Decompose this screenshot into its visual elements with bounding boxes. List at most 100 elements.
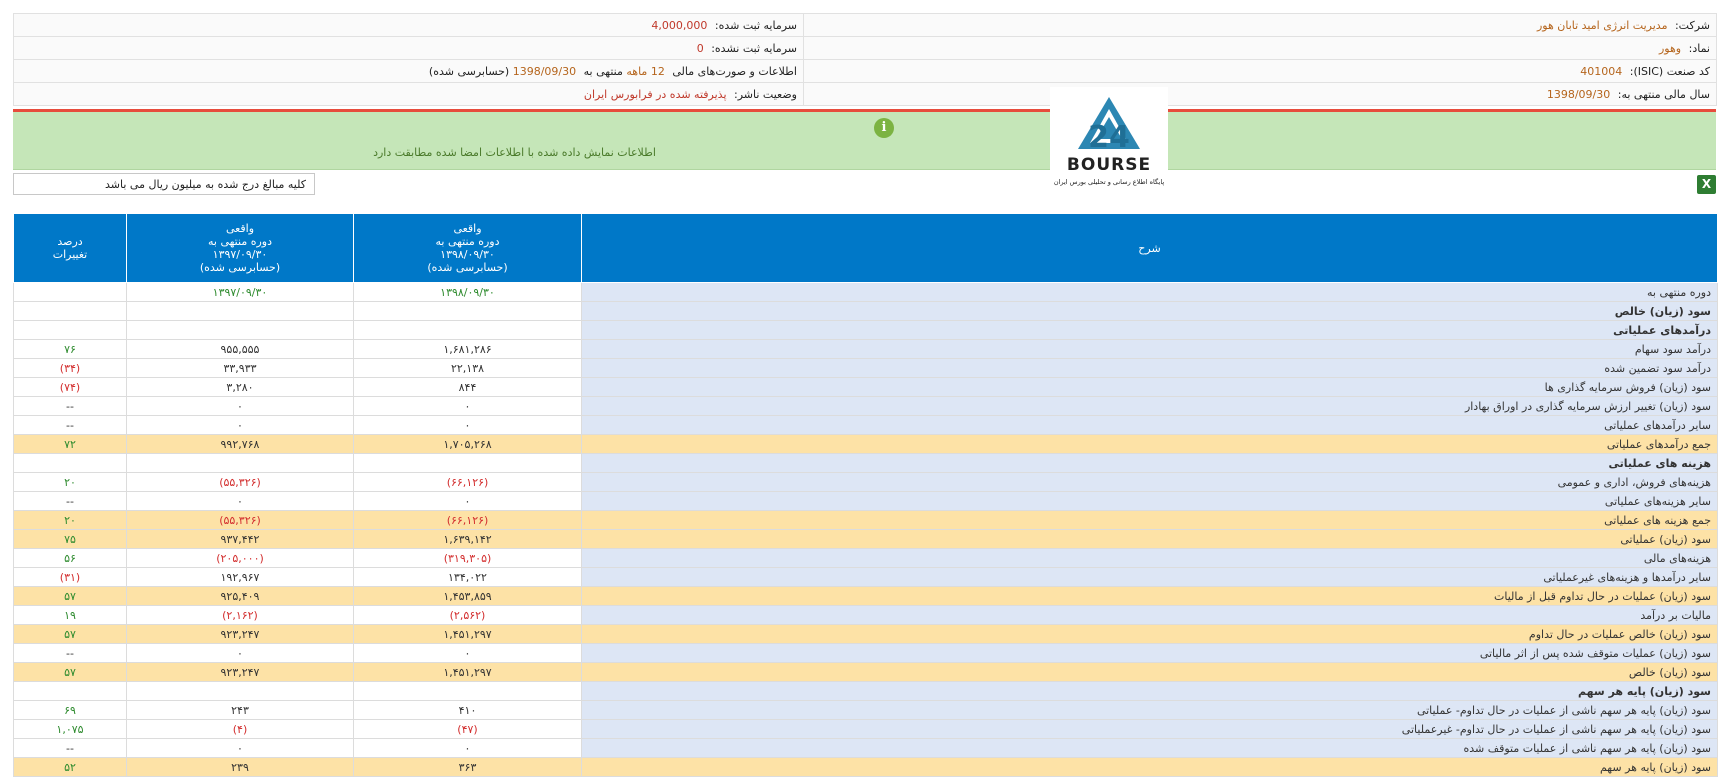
cell-description: سایر هزینه‌های عملیاتی [581, 491, 1718, 511]
table-row: -- ۰ ۰ سود (زیان) پایه هر سهم ناشی از عملیا… [13, 738, 1718, 758]
registered-capital-cell: سرمایه ثبت شده: 4,000,000 [13, 13, 804, 37]
cell-prior-value: ۳,۲۸۰ [126, 377, 354, 397]
cell-description: سود (زیان) پایه هر سهم ناشی از عملیات مت… [581, 738, 1718, 758]
cell-prior-value: ۰ [126, 491, 354, 511]
table-row: سود (زیان) خالص [13, 301, 1718, 321]
cell-change-percent [13, 453, 127, 473]
cell-change-percent: -- [13, 738, 127, 758]
isic-label: کد صنعت (ISIC): [1629, 64, 1710, 78]
cell-change-percent: -- [13, 396, 127, 416]
logo-number: 24 [1088, 120, 1130, 155]
header-change-percent[interactable]: درصد تغییرات [13, 213, 127, 283]
table-row: (۷۴) ۳,۲۸۰ ۸۴۴ سود (زیان) فروش سرمایه گذاری… [13, 377, 1718, 397]
cell-current-value: ۱,۴۵۳,۸۵۹ [353, 586, 582, 606]
cell-prior-value: ۲۴۳ [126, 700, 354, 720]
cell-prior-value: ۱۳۹۷/۰۹/۳۰ [126, 282, 354, 302]
info-row: سرمایه ثبت شده: 4,000,000 شرکت: مدیریت ا… [13, 13, 1717, 37]
cell-change-percent: ۵۶ [13, 548, 127, 568]
table-row: ۵۲ ۲۳۹ ۳۶۳ سود (زیان) پایه هر سهم [13, 757, 1718, 777]
cell-change-percent: -- [13, 643, 127, 663]
fiscal-year-cell: سال مالی منتهی به: 1398/09/30 [803, 82, 1717, 106]
info-row: وضعیت ناشر: پذیرفته شده در فرابورس ایران… [13, 82, 1717, 106]
info-row: سرمایه ثبت نشده: 0 نماد: وهور [13, 36, 1717, 60]
table-row: ۵۷ ۹۲۳,۲۴۷ ۱,۴۵۱,۲۹۷ سود (زیان) خالص عملیات… [13, 624, 1718, 644]
cell-current-value: (۴۷) [353, 719, 582, 739]
info-icon: i [874, 118, 894, 138]
cell-current-value: ۲۲,۱۳۸ [353, 358, 582, 378]
table-row: ۷۶ ۹۵۵,۵۵۵ ۱,۶۸۱,۲۸۶ درآمد سود سهام [13, 339, 1718, 359]
header-current-period[interactable]: واقعی دوره منتهی به ۱۳۹۸/۰۹/۳۰ (حسابرسی … [353, 213, 582, 283]
cell-prior-value: (۲۰۵,۰۰۰) [126, 548, 354, 568]
symbol-label: نماد: [1688, 41, 1710, 55]
table-row: -- ۰ ۰ سایر هزینه‌های عملیاتی [13, 491, 1718, 511]
symbol-link[interactable]: وهور [1659, 42, 1681, 55]
cell-description: سود (زیان) عملیات متوقف شده پس از اثر ما… [581, 643, 1718, 663]
header-description[interactable]: شرح [581, 213, 1718, 283]
cell-description: سود (زیان) عملیاتی [581, 529, 1718, 549]
cell-change-percent: ۲۰ [13, 472, 127, 492]
bourse24-logo-mark: 24 BOURSE پایگاه اطلاع رسانی و تحلیلی بو… [1054, 97, 1165, 186]
publisher-status-cell: وضعیت ناشر: پذیرفته شده در فرابورس ایران [13, 82, 804, 106]
cell-prior-value [126, 453, 354, 473]
cell-change-percent: ۷۵ [13, 529, 127, 549]
cell-prior-value: ۹۲۵,۴۰۹ [126, 586, 354, 606]
table-row: -- ۰ ۰ سایر درآمدهای عملیاتی [13, 415, 1718, 435]
cell-prior-value: ۰ [126, 415, 354, 435]
report-date: 1398/09/30 [512, 64, 577, 78]
cell-current-value: ۴۱۰ [353, 700, 582, 720]
company-name: مدیریت انرژی امید تابان هور [1536, 18, 1668, 32]
symbol-cell: نماد: وهور [803, 36, 1717, 60]
company-info-table: سرمایه ثبت شده: 4,000,000 شرکت: مدیریت ا… [13, 13, 1717, 106]
publisher-status: پذیرفته شده در فرابورس ایران [583, 87, 727, 101]
isic-value: 401004 [1580, 64, 1623, 78]
cell-current-value: ۱,۶۳۹,۱۴۲ [353, 529, 582, 549]
cell-description: سود (زیان) خالص [581, 662, 1718, 682]
cell-prior-value: ۰ [126, 738, 354, 758]
cell-current-value: ۰ [353, 491, 582, 511]
verification-notice: i اطلاعات نمایش داده شده با اطلاعات امضا… [13, 112, 1716, 170]
table-row: ۵۷ ۹۲۳,۲۴۷ ۱,۴۵۱,۲۹۷ سود (زیان) خالص [13, 662, 1718, 682]
cell-change-percent [13, 301, 127, 321]
table-row: ۲۰ (۵۵,۳۲۶) (۶۶,۱۲۶) جمع هزینه های عملیاتی [13, 510, 1718, 530]
cell-current-value: ۱,۷۰۵,۲۶۸ [353, 434, 582, 454]
cell-current-value: (۶۶,۱۲۶) [353, 510, 582, 530]
cell-prior-value [126, 681, 354, 701]
header-prior-period[interactable]: واقعی دوره منتهی به ۱۳۹۷/۰۹/۳۰ (حسابرسی … [126, 213, 354, 283]
cell-current-value: (۳۱۹,۳۰۵) [353, 548, 582, 568]
table-row: ۵۷ ۹۲۵,۴۰۹ ۱,۴۵۳,۸۵۹ سود (زیان) عملیات در ح… [13, 586, 1718, 606]
cell-current-value: ۱,۴۵۱,۲۹۷ [353, 662, 582, 682]
cell-change-percent: ۵۲ [13, 757, 127, 777]
info-row: اطلاعات و صورت‌های مالی 12 ماهه منتهی به… [13, 59, 1717, 83]
cell-change-percent: ۱۹ [13, 605, 127, 625]
cell-current-value [353, 681, 582, 701]
cell-prior-value: ۰ [126, 643, 354, 663]
logo-tagline: پایگاه اطلاع رسانی و تحلیلی بورس ایران [1054, 178, 1165, 186]
cell-prior-value: ۲۳۹ [126, 757, 354, 777]
cell-prior-value: ۹۹۲,۷۶۸ [126, 434, 354, 454]
table-row: (۳۱) ۱۹۲,۹۶۷ ۱۳۴,۰۲۲ سایر درآمدها و هزینه‌ه… [13, 567, 1718, 587]
unregistered-capital-label: سرمایه ثبت نشده: [711, 41, 797, 55]
cell-change-percent: ۵۷ [13, 662, 127, 682]
cell-current-value [353, 301, 582, 321]
unregistered-capital-cell: سرمایه ثبت نشده: 0 [13, 36, 804, 60]
table-row: ۱,۰۷۵ (۴) (۴۷) سود (زیان) پایه هر سهم ناشی … [13, 719, 1718, 739]
excel-export-icon[interactable]: X [1697, 175, 1716, 194]
cell-prior-value: ۹۲۳,۲۴۷ [126, 624, 354, 644]
table-row: ۵۶ (۲۰۵,۰۰۰) (۳۱۹,۳۰۵) هزینه‌های مالی [13, 548, 1718, 568]
table-row: ۱۳۹۷/۰۹/۳۰ ۱۳۹۸/۰۹/۳۰ دوره منتهی به [13, 282, 1718, 302]
cell-description: سود (زیان) پایه هر سهم [581, 757, 1718, 777]
cell-current-value: ۱۳۴,۰۲۲ [353, 567, 582, 587]
cell-description: سود (زیان) فروش سرمایه گذاری ها [581, 377, 1718, 397]
unregistered-capital-value: 0 [696, 41, 704, 55]
table-row: ۷۲ ۹۹۲,۷۶۸ ۱,۷۰۵,۲۶۸ جمع درآمدهای عملیاتی [13, 434, 1718, 454]
cell-change-percent: ۷۲ [13, 434, 127, 454]
table-row: ۷۵ ۹۳۷,۴۴۲ ۱,۶۳۹,۱۴۲ سود (زیان) عملیاتی [13, 529, 1718, 549]
table-row: ۲۰ (۵۵,۳۲۶) (۶۶,۱۲۶) هزینه‌های فروش، اداری … [13, 472, 1718, 492]
cell-change-percent: ۷۶ [13, 339, 127, 359]
cell-change-percent: ۵۷ [13, 586, 127, 606]
income-statement-table: درصد تغییرات واقعی دوره منتهی به ۱۳۹۷/۰۹… [13, 213, 1718, 777]
cell-change-percent: (۷۴) [13, 377, 127, 397]
table-row: -- ۰ ۰ سود (زیان) عملیات متوقف شده پس از اث… [13, 643, 1718, 663]
report-text-1: اطلاعات و صورت‌های مالی [672, 64, 797, 78]
cell-change-percent: (۳۴) [13, 358, 127, 378]
